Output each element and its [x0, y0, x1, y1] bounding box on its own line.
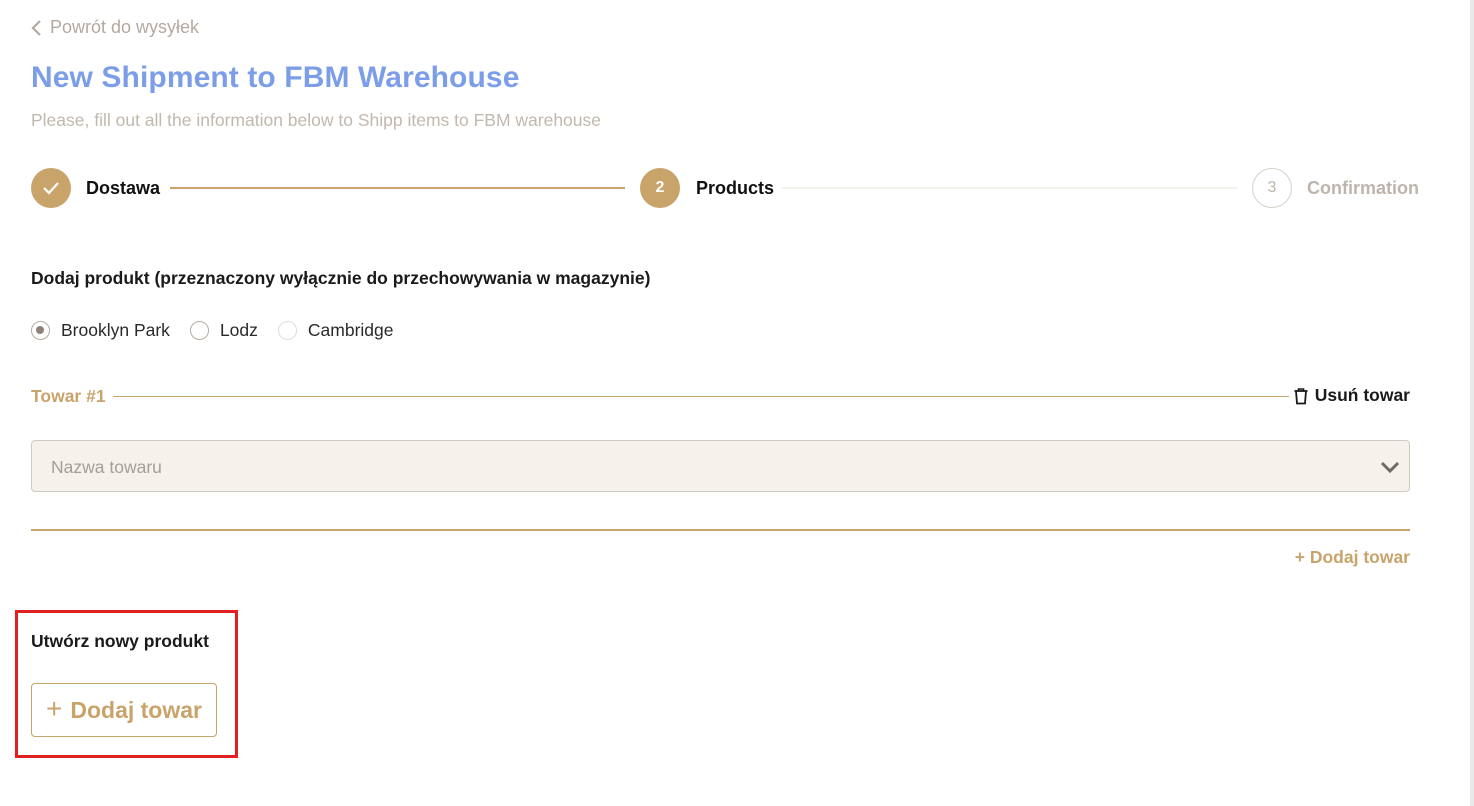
radio-label: Brooklyn Park: [61, 320, 170, 340]
trash-icon: [1294, 387, 1308, 404]
add-item-link[interactable]: + Dodaj towar: [1295, 547, 1410, 568]
page-subtitle: Please, fill out all the information bel…: [31, 110, 602, 130]
step-3-number: 3: [1252, 168, 1292, 208]
stepper: Dostawa 2 Products 3 Confirmation: [31, 167, 1419, 209]
back-link[interactable]: Powrót do wysyłek: [31, 17, 199, 38]
step-1-complete-indicator: [31, 168, 71, 208]
chevron-down-icon: [1379, 456, 1401, 478]
create-product-label: Utwórz nowy produkt: [31, 631, 209, 651]
add-product-label: Dodaj produkt (przeznaczony wyłącznie do…: [31, 268, 651, 288]
item-header: Towar #1 Usuń towar: [31, 384, 1410, 408]
page-title: New Shipment to FBM Warehouse: [31, 61, 520, 94]
radio-label: Lodz: [219, 320, 258, 340]
radio-unchecked-icon[interactable]: [277, 321, 297, 340]
plus-icon: +: [46, 692, 63, 724]
radio-cambridge[interactable]: Cambridge: [277, 320, 394, 341]
step-2-number: 2: [640, 168, 680, 208]
step-1-label: Dostawa: [86, 178, 161, 198]
radio-lodz[interactable]: Lodz: [189, 320, 258, 341]
step-3-label: Confirmation: [1307, 178, 1419, 198]
remove-item-label: Usuń towar: [1314, 385, 1410, 405]
section-divider: [31, 529, 1410, 531]
step-connector-2: [782, 187, 1237, 189]
item-title: Towar #1: [31, 386, 106, 406]
step-2-label: Products: [696, 178, 775, 198]
radio-checked-icon[interactable]: [31, 321, 50, 340]
remove-item-button[interactable]: Usuń towar: [1293, 385, 1410, 406]
radio-label: Cambridge: [307, 320, 394, 340]
checkmark-icon: [43, 182, 59, 195]
radio-brooklyn-park[interactable]: Brooklyn Park: [31, 320, 170, 341]
add-item-button[interactable]: + Dodaj towar: [31, 683, 217, 737]
chevron-left-icon: [31, 18, 44, 38]
step-connector-1: [170, 187, 625, 189]
radio-unchecked-icon[interactable]: [189, 321, 209, 340]
add-item-button-label: Dodaj towar: [70, 696, 202, 723]
product-name-select[interactable]: Nazwa towaru: [31, 440, 1410, 492]
warehouse-radio-group: Brooklyn Park Lodz Cambridge: [31, 320, 414, 341]
back-link-label: Powrót do wysyłek: [50, 17, 200, 37]
window-edge: [1470, 0, 1474, 806]
select-placeholder: Nazwa towaru: [51, 457, 162, 477]
item-divider: [113, 396, 1289, 397]
